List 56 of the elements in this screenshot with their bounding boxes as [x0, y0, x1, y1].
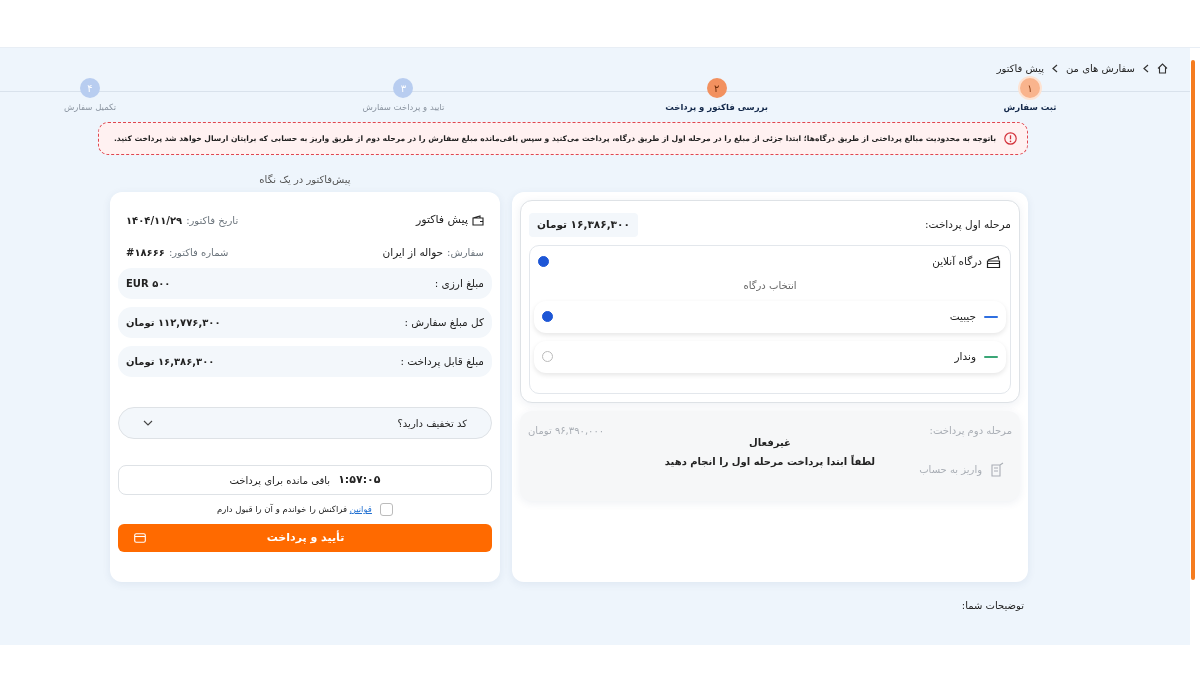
invoice-number: #۱۸۶۶۶	[126, 245, 165, 260]
checkbox[interactable]	[379, 503, 393, 517]
gateway-hint: انتخاب درگاه	[743, 279, 797, 291]
timer-value: ۱:۵۷:۰۵	[338, 472, 381, 488]
amount-label: مبلغ قابل پرداخت :	[400, 353, 484, 370]
step-number: ۳	[393, 78, 414, 98]
field-label: شماره فاکتور:	[168, 245, 229, 260]
step-label: بررسی فاکتور و پرداخت	[665, 101, 769, 114]
step-label: تکمیل سفارش	[63, 101, 117, 114]
terms-text: قوانین فراکنش را خواندم و آن را قبول دارم	[217, 503, 372, 517]
amount-value: EUR ۵۰۰	[126, 277, 171, 292]
gateway-name: وندار	[954, 348, 976, 365]
scrollbar-thumb[interactable]	[1191, 60, 1195, 580]
amount-label: کل مبلغ سفارش :	[404, 314, 484, 331]
terms-link[interactable]: قوانین	[349, 504, 372, 515]
amount-label: مبلغ ارزی :	[434, 275, 484, 292]
breadcrumb-link[interactable]: سفارش های من	[1066, 60, 1135, 76]
step-number: ۱	[1020, 78, 1040, 98]
warning-icon	[1004, 132, 1017, 145]
wallet-icon	[472, 214, 484, 226]
step-label: تایید و پرداخت سفارش	[362, 101, 445, 114]
step-number: ۲	[706, 78, 727, 98]
gateway-name: جیبیت	[949, 308, 976, 324]
timer-label: باقی مانده برای پرداخت	[229, 473, 331, 488]
field-label: تاریخ فاکتور:	[186, 213, 239, 228]
home-icon[interactable]	[1157, 62, 1168, 74]
step-label: ثبت سفارش	[1003, 101, 1057, 114]
invoice-title: پیش فاکتور	[415, 212, 468, 228]
amount-text: ۹۶,۳۹۰,۰۰۰ تومان	[528, 423, 605, 438]
notes-label: توضیحات شما:	[961, 600, 1024, 611]
stage-title: مرحله اول پرداخت:	[925, 217, 1011, 233]
amount-value: ۱۱۲,۷۷۶,۳۰۰ تومان	[126, 316, 221, 331]
discount-toggle[interactable]: کد تخفیف دارید؟	[118, 407, 492, 440]
chevron-icon	[1052, 63, 1058, 73]
radio-button[interactable]	[542, 351, 553, 362]
chevron-icon	[1143, 63, 1149, 73]
field-label: سفارش:	[447, 245, 484, 260]
radio-button[interactable]	[542, 311, 553, 322]
card-icon	[134, 533, 146, 544]
payment-method-label: درگاه آنلاین	[932, 253, 982, 270]
order-type: حواله از ایران	[382, 244, 444, 261]
gateway-option[interactable]: جیبیت	[534, 300, 1006, 333]
gateway-option[interactable]: وندار	[534, 340, 1006, 373]
invoice-date: ۱۴۰۴/۱۱/۲۹	[126, 213, 183, 228]
breadcrumb-link[interactable]: پیش فاکتور	[996, 60, 1044, 76]
disabled-status: غیرفعال	[749, 436, 791, 448]
cards-icon	[986, 254, 1002, 269]
amount-badge: ۱۶,۳۸۶,۳۰۰ تومان	[529, 213, 638, 237]
payment-method-label: واریز به حساب	[919, 463, 982, 477]
step-number: ۴	[80, 78, 100, 98]
radio-button[interactable]	[538, 256, 549, 268]
stage-title: مرحله دوم پرداخت:	[929, 423, 1012, 438]
bank-transfer-icon	[990, 461, 1004, 478]
section-heading: پیش‌فاکتور در یک نگاه	[259, 173, 351, 187]
amount-value: ۱۶,۳۸۶,۳۰۰ تومان	[126, 355, 215, 370]
disabled-message: لطفاً ابتدا پرداخت مرحله اول را انجام دهید	[664, 455, 876, 467]
